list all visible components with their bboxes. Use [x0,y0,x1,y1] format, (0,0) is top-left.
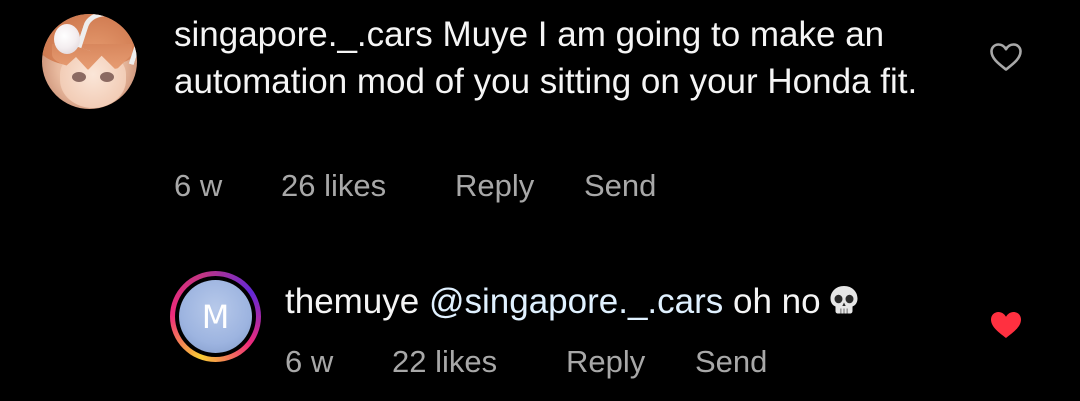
mention-link[interactable]: @singapore._.cars [429,282,723,321]
comment-time: 6 w [285,344,334,379]
heart-filled-icon[interactable] [989,310,1023,340]
reply-button[interactable]: Reply [455,168,534,204]
comment-likes[interactable]: 22 likes [392,344,497,380]
avatar-letter: M [179,280,252,353]
comment-text: singapore._.cars Muye I am going to make… [174,11,954,105]
comment-likes[interactable]: 26 likes [281,168,386,204]
send-button[interactable]: Send [584,168,656,204]
comment-time: 6 w [174,168,223,203]
heart-outline-icon[interactable] [989,42,1023,72]
avatar[interactable] [42,14,137,109]
comment-username[interactable]: singapore._.cars [174,15,433,54]
comment-username[interactable]: themuye [285,282,419,321]
reply-button[interactable]: Reply [566,344,645,380]
avatar[interactable]: M [170,271,261,362]
comment-body: oh no [733,282,821,321]
skull-emoji-icon [830,286,858,314]
comment-text: themuye @singapore._.cars oh no [285,278,965,325]
send-button[interactable]: Send [695,344,767,380]
